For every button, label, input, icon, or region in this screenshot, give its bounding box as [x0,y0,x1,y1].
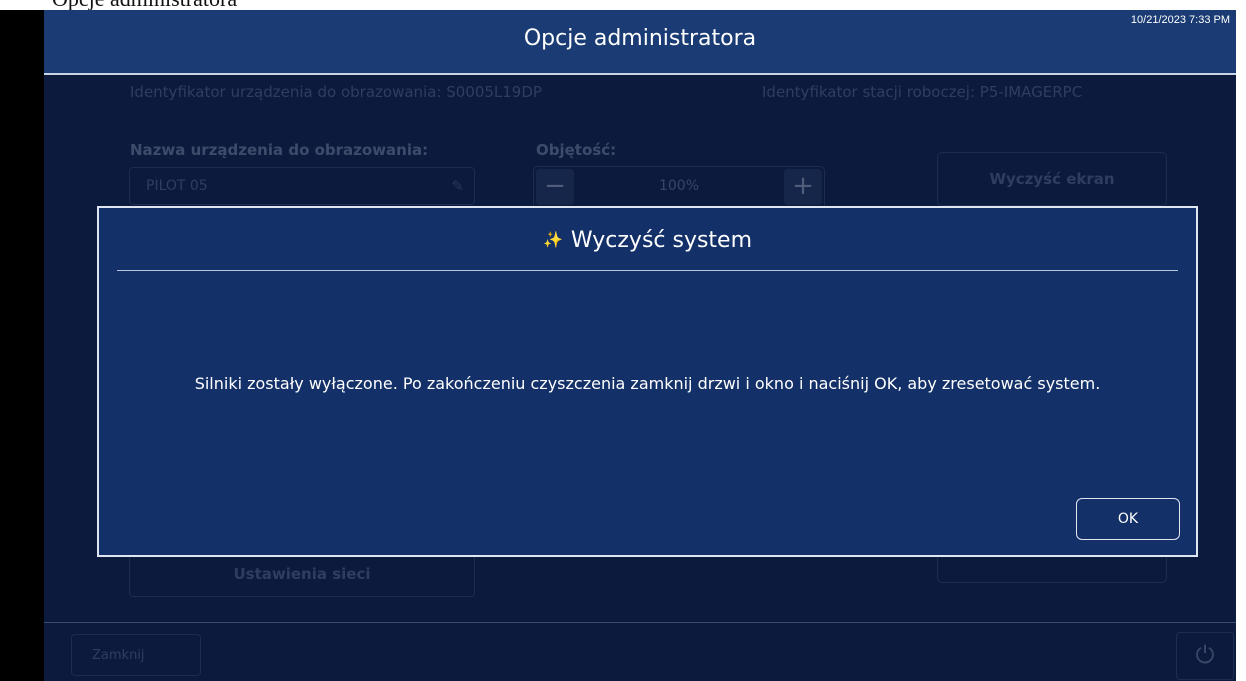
device-name-label: Nazwa urządzenia do obrazowania: [130,141,429,159]
volume-value: 100% [658,178,700,194]
clean-system-dialog: ✨ Wyczyść system Silniki zostały wyłączon… [97,206,1198,557]
volume-increase-button[interactable]: + [784,169,822,205]
dialog-message: Silniki zostały wyłączone. Po zakończeni… [194,374,1101,393]
clock-timestamp: 10/21/2023 7:33 PM [1130,14,1230,26]
power-icon[interactable]: ⏻ [1176,632,1234,680]
dialog-divider [117,270,1178,271]
close-button[interactable]: Zamknij [71,634,201,676]
workstation-id-text: Identyfikator stacji roboczej: P5-IMAGER… [762,83,1083,101]
device-name-value: PILOT 05 [146,178,208,194]
sparkle-icon: ✨ [542,230,563,249]
pencil-icon[interactable]: ✎ [451,177,464,195]
left-black-bar [0,10,44,681]
footer-divider [44,622,1236,623]
device-name-field[interactable]: PILOT 05 ✎ [129,167,475,205]
volume-label: Objętość: [536,141,617,159]
dialog-title-text: Wyczyść system [570,228,753,253]
wipe-screen-button[interactable]: Wyczyść ekran [937,152,1167,206]
device-id-text: Identyfikator urządzenia do obrazowania:… [130,83,542,101]
ok-button[interactable]: OK [1076,498,1180,540]
page-title: Opcje administratora [523,26,757,51]
header-bar: Opcje administratora 10/21/2023 7:33 PM [44,10,1236,75]
volume-stepper: − 100% + [533,166,825,210]
dialog-title: ✨ Wyczyść system [99,228,1196,253]
